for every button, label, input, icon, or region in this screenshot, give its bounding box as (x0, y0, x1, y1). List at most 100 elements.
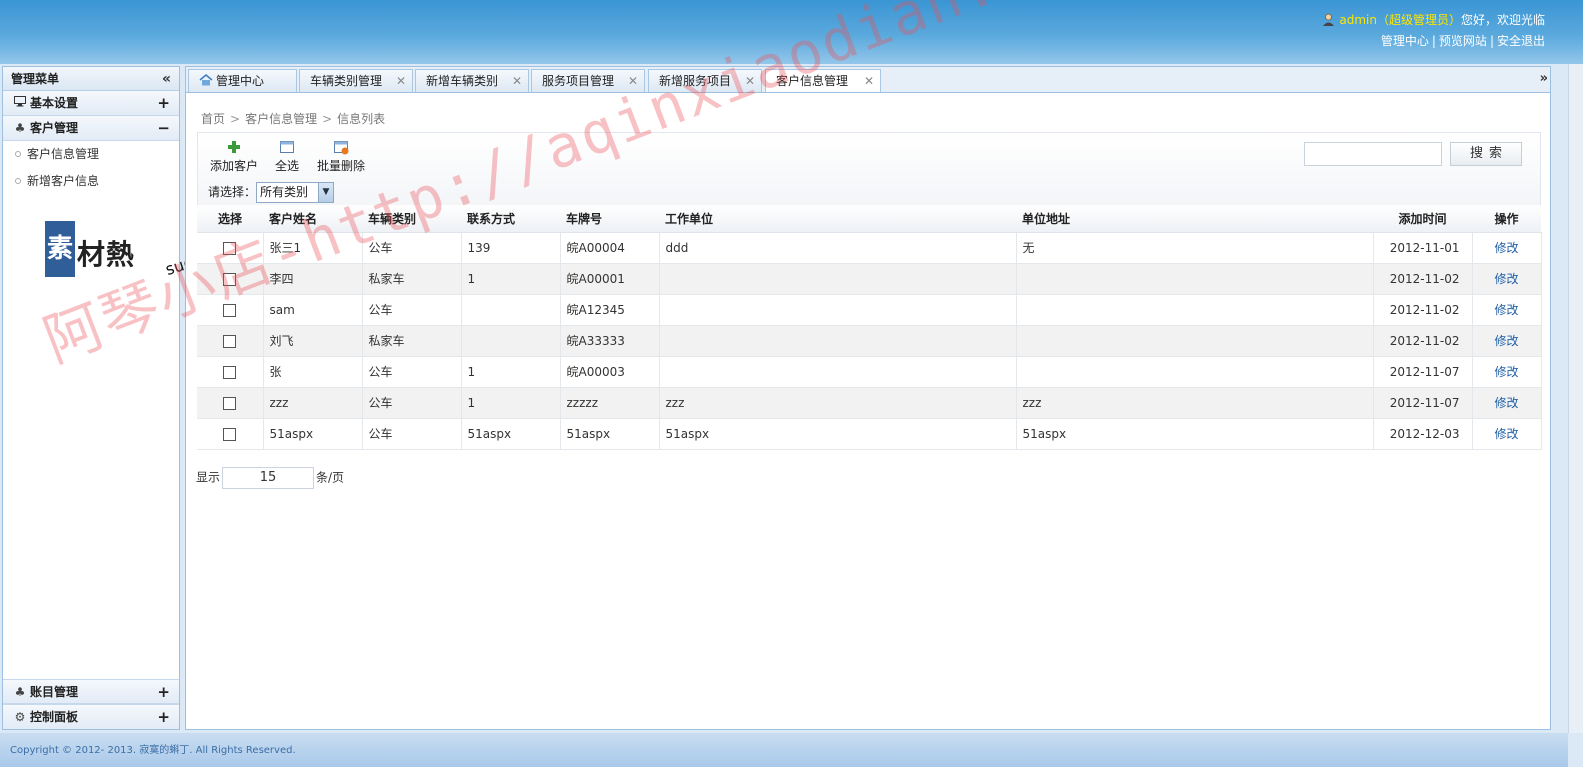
tab-label: 车辆类别管理 (310, 74, 383, 88)
chevron-down-icon[interactable]: ▼ (318, 183, 334, 202)
cell-date: 2012-11-02 (1373, 294, 1473, 326)
link-admin-center[interactable]: 管理中心 (1381, 34, 1429, 48)
tab-add-vehicle-type[interactable]: 新增车辆类别 ✕ (415, 69, 529, 94)
page-size-input[interactable]: 15 (222, 467, 315, 489)
cell-plate: 皖A12345 (560, 294, 660, 326)
page-scrollbar[interactable] (1568, 64, 1583, 733)
tab-label: 新增服务项目 (659, 74, 732, 88)
collapse-sidebar-icon[interactable]: « (162, 67, 171, 91)
close-icon[interactable]: ✕ (745, 70, 755, 93)
cell-type: 公车 (362, 418, 462, 450)
cell-address: 无 (1016, 232, 1374, 264)
col-customer-name: 客户姓名 (263, 205, 362, 233)
leaf-icon: ♣ (14, 685, 26, 699)
breadcrumb-section[interactable]: 客户信息管理 (245, 112, 317, 126)
menu-group-basic-settings[interactable]: 基本设置 + (3, 91, 179, 116)
username[interactable]: admin (1339, 13, 1377, 27)
tab-vehicle-type-manage[interactable]: 车辆类别管理 ✕ (299, 69, 413, 94)
bullet-icon (15, 178, 21, 184)
cell-contact: 139 (461, 232, 561, 264)
edit-link[interactable]: 修改 (1494, 396, 1518, 410)
col-select: 选择 (197, 205, 263, 233)
category-select[interactable]: 所有类别 ▼ (256, 182, 335, 203)
monitor-icon (13, 91, 27, 115)
cell-action: 修改 (1472, 325, 1542, 357)
sidebar-item-label: 客户信息管理 (27, 147, 100, 161)
cell-contact: 1 (461, 263, 561, 295)
expand-icon[interactable]: + (157, 705, 170, 729)
cell-company: ddd (659, 232, 1017, 264)
search-input[interactable] (1304, 142, 1442, 166)
row-checkbox[interactable] (223, 272, 237, 286)
cell-date: 2012-11-02 (1373, 325, 1473, 357)
link-logout[interactable]: 安全退出 (1497, 34, 1545, 48)
tab-service-manage[interactable]: 服务项目管理 ✕ (531, 69, 645, 94)
cell-plate: 皖A00001 (560, 263, 660, 295)
row-checkbox[interactable] (223, 427, 237, 441)
collapse-icon[interactable]: − (157, 116, 170, 140)
expand-icon[interactable]: + (157, 91, 170, 115)
tab-add-service[interactable]: 新增服务项目 ✕ (648, 69, 762, 94)
batch-delete-button[interactable]: 批量删除 (317, 139, 365, 174)
row-select-cell (197, 418, 264, 450)
cell-plate: 皖A00004 (560, 232, 660, 264)
table-row: 张三1 公车 139 皖A00004 ddd 无 2012-11-01 修改 (197, 232, 1542, 264)
select-all-button[interactable]: 全选 (275, 139, 299, 174)
row-checkbox[interactable] (223, 303, 237, 317)
close-icon[interactable]: ✕ (512, 70, 522, 93)
search-button[interactable]: 搜索 (1450, 142, 1522, 166)
cell-name: 张 (263, 356, 363, 388)
edit-link[interactable]: 修改 (1494, 272, 1518, 286)
row-select-cell (197, 356, 264, 388)
breadcrumb-home[interactable]: 首页 (201, 112, 225, 126)
row-checkbox[interactable] (223, 365, 237, 379)
close-icon[interactable]: ✕ (628, 70, 638, 93)
edit-link[interactable]: 修改 (1494, 365, 1518, 379)
tab-admin-center[interactable]: 管理中心 (188, 69, 297, 94)
cell-address (1016, 325, 1374, 357)
customer-table: 选择 客户姓名 车辆类别 联系方式 车牌号 工作单位 单位地址 添加时间 操作 … (197, 205, 1542, 450)
user-icon (1323, 13, 1335, 26)
menu-group-customer[interactable]: ♣ 客户管理 − (3, 116, 179, 141)
cell-company (659, 294, 1017, 326)
row-checkbox[interactable] (223, 334, 237, 348)
cell-company: 51aspx (659, 418, 1017, 450)
sidebar-item-customer-info[interactable]: 客户信息管理 (3, 141, 179, 168)
cell-plate: 51aspx (560, 418, 660, 450)
bullet-icon (15, 151, 21, 157)
col-vehicle-type: 车辆类别 (362, 205, 461, 233)
table-row: 51aspx 公车 51aspx 51aspx 51aspx 51aspx 2012-12-… (197, 418, 1542, 450)
cell-company (659, 263, 1017, 295)
cell-action: 修改 (1472, 263, 1542, 295)
edit-link[interactable]: 修改 (1494, 427, 1518, 441)
page-size-suffix: 条/页 (316, 470, 345, 485)
cell-company: zzz (659, 387, 1017, 419)
row-checkbox[interactable] (223, 241, 237, 255)
table-header-row: 选择 客户姓名 车辆类别 联系方式 车牌号 工作单位 单位地址 添加时间 操作 (197, 205, 1541, 233)
edit-link[interactable]: 修改 (1494, 241, 1518, 255)
close-icon[interactable]: ✕ (396, 70, 406, 93)
add-customer-button[interactable]: 添加客户 (210, 139, 258, 174)
breadcrumb-current: 信息列表 (337, 112, 386, 126)
gear-icon: ⚙ (14, 710, 26, 724)
window-icon (280, 141, 294, 153)
cell-company (659, 356, 1017, 388)
edit-link[interactable]: 修改 (1494, 303, 1518, 317)
sidebar-item-add-customer[interactable]: 新增客户信息 (3, 168, 179, 195)
close-icon[interactable]: ✕ (864, 70, 874, 93)
edit-link[interactable]: 修改 (1494, 334, 1518, 348)
row-select-cell (197, 387, 264, 419)
cell-date: 2012-11-02 (1373, 263, 1473, 295)
menu-group-label: 账目管理 (30, 685, 79, 699)
page-size-prefix: 显示 (196, 470, 221, 485)
link-preview-site[interactable]: 预览网站 (1439, 34, 1487, 48)
expand-icon[interactable]: + (157, 680, 170, 704)
row-checkbox[interactable] (223, 396, 237, 410)
cell-type: 私家车 (362, 263, 462, 295)
cell-type: 私家车 (362, 325, 462, 357)
menu-group-control-panel[interactable]: ⚙ 控制面板 + (3, 704, 179, 729)
cell-address (1016, 356, 1374, 388)
table-row: 刘飞 私家车 皖A33333 2012-11-02 修改 (197, 325, 1542, 357)
tab-more-icon[interactable]: » (1540, 71, 1548, 86)
menu-group-accounts[interactable]: ♣ 账目管理 + (3, 679, 179, 704)
